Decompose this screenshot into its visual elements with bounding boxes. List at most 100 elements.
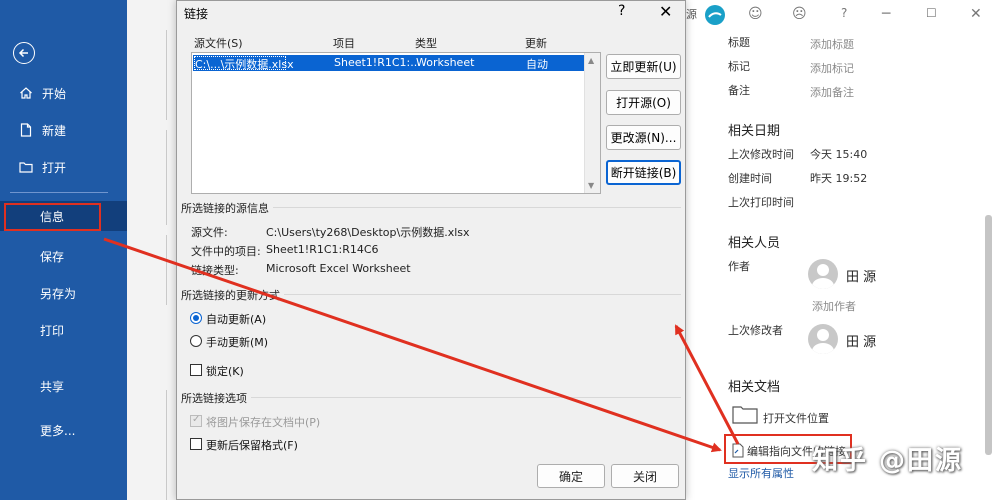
cell-source: C:\...\示例数据.xlsx	[195, 58, 294, 71]
column-header-type[interactable]: 类型	[415, 35, 437, 51]
minimize-icon[interactable]: ─	[882, 6, 890, 22]
date-label: 上次打印时间	[728, 196, 794, 209]
title-fragment: 源	[686, 8, 697, 21]
add-author-link[interactable]: 添加作者	[812, 298, 856, 314]
property-tags-field[interactable]: 添加标记	[810, 60, 854, 76]
annotation-highlight-box	[4, 203, 101, 231]
property-title-field[interactable]: 添加标题	[810, 36, 854, 52]
backstage-sidebar: 开始 新建 打开 信息 保存 另存为 打印 共享 更多...	[0, 0, 127, 500]
sidebar-item-save[interactable]: 保存	[0, 241, 127, 271]
modifier-avatar	[808, 324, 838, 354]
cell-item: Sheet1!R1C1:...	[334, 56, 421, 69]
ok-button[interactable]: 确定	[537, 464, 605, 488]
back-arrow-icon[interactable]	[13, 42, 35, 64]
sidebar-item-home[interactable]: 开始	[0, 78, 127, 108]
keep-format-label[interactable]: 更新后保留格式(F)	[206, 437, 298, 453]
property-label: 标记	[728, 60, 750, 73]
sidebar-item-label: 新建	[42, 123, 67, 138]
property-comments-field[interactable]: 添加备注	[810, 84, 854, 100]
folder-icon	[732, 404, 758, 427]
close-window-icon[interactable]: ✕	[970, 6, 982, 22]
date-value: 今天 15:40	[810, 148, 868, 161]
section-heading-dates: 相关日期	[728, 124, 781, 139]
watermark: 知乎 @田源	[812, 446, 964, 476]
manual-update-label[interactable]: 手动更新(M)	[206, 334, 268, 350]
help-icon[interactable]: ?	[618, 3, 625, 19]
document-properties-pane: 标题 添加标题 标记 添加标记 备注 添加备注 相关日期 上次修改时间 今天 1…	[686, 30, 997, 500]
auto-update-label[interactable]: 自动更新(A)	[206, 311, 266, 327]
sidebar-item-label: 另存为	[40, 286, 77, 301]
scroll-down-icon[interactable]: ▼	[588, 181, 594, 190]
sidebar-item-label: 共享	[40, 379, 65, 394]
sidebar-item-open[interactable]: 打开	[0, 152, 127, 182]
link-options-heading: 所选链接选项	[181, 390, 251, 406]
date-label: 上次修改时间	[728, 148, 794, 161]
source-file-label: 源文件:	[191, 226, 228, 239]
last-modified-by-name[interactable]: 田 源	[846, 331, 876, 350]
manual-update-radio[interactable]	[190, 335, 202, 347]
links-listbox[interactable]: C:\...\示例数据.xlsx Sheet1!R1C1:... Workshe…	[191, 52, 601, 194]
author-name[interactable]: 田 源	[846, 266, 876, 285]
sidebar-item-label: 保存	[40, 249, 65, 264]
dialog-title: 链接	[184, 7, 209, 21]
author-avatar	[808, 259, 838, 289]
save-picture-checkbox[interactable]	[190, 414, 202, 427]
update-now-button[interactable]: 立即更新(U)	[606, 54, 681, 79]
section-heading-related-docs: 相关文档	[728, 380, 781, 395]
sidebar-item-label: 打印	[40, 323, 65, 338]
maximize-icon[interactable]: ☐	[926, 6, 937, 20]
links-list-header: 源文件(S) 项目 类型 更新	[191, 34, 601, 52]
folder-open-icon	[18, 159, 34, 175]
group-divider	[181, 397, 681, 398]
sidebar-item-new[interactable]: 新建	[0, 115, 127, 145]
locked-label[interactable]: 锁定(K)	[206, 363, 244, 379]
help-icon[interactable]: ?	[841, 6, 847, 20]
property-label: 备注	[728, 84, 750, 97]
source-info-heading: 所选链接的源信息	[181, 200, 273, 216]
author-label: 作者	[728, 260, 750, 273]
source-file-value: C:\Users\ty268\Desktop\示例数据.xlsx	[266, 226, 470, 239]
table-row[interactable]: C:\...\示例数据.xlsx Sheet1!R1C1:... Workshe…	[193, 55, 585, 71]
section-heading-people: 相关人员	[728, 236, 781, 251]
auto-update-radio[interactable]	[190, 312, 202, 324]
open-source-button[interactable]: 打开源(O)	[606, 90, 681, 115]
sidebar-item-more[interactable]: 更多...	[0, 415, 127, 445]
cell-update: 自动	[526, 58, 548, 71]
break-link-button[interactable]: 断开链接(B)	[606, 160, 681, 185]
last-modified-by-label: 上次修改者	[728, 324, 783, 337]
links-dialog: 链接 ? ✕ 源文件(S) 项目 类型 更新 C:\...\示例数据.xlsx …	[176, 0, 686, 500]
scroll-up-icon[interactable]: ▲	[588, 56, 594, 65]
update-method-heading: 所选链接的更新方式	[181, 287, 284, 303]
link-type-value: Microsoft Excel Worksheet	[266, 262, 411, 275]
item-label: 文件中的项目:	[191, 245, 261, 258]
smile-feedback-icon[interactable]: ☺	[748, 6, 763, 22]
account-avatar-icon[interactable]	[704, 4, 726, 30]
change-source-button[interactable]: 更改源(N)...	[606, 125, 681, 150]
date-label: 创建时间	[728, 172, 772, 185]
keep-format-checkbox[interactable]	[190, 438, 202, 450]
column-header-source[interactable]: 源文件(S)	[194, 35, 243, 51]
list-scrollbar[interactable]: ▲ ▼	[584, 53, 600, 193]
close-button[interactable]: 关闭	[611, 464, 679, 488]
sidebar-item-print[interactable]: 打印	[0, 315, 127, 345]
property-label: 标题	[728, 36, 750, 49]
sidebar-item-label: 开始	[42, 86, 67, 101]
date-value: 昨天 19:52	[810, 172, 868, 185]
close-icon[interactable]: ✕	[659, 2, 672, 21]
link-type-label: 链接类型:	[191, 264, 239, 277]
frown-feedback-icon[interactable]: ☹	[792, 6, 807, 22]
pane-scrollbar[interactable]	[985, 215, 992, 455]
sidebar-item-save-as[interactable]: 另存为	[0, 278, 127, 308]
open-file-location-link[interactable]: 打开文件位置	[763, 410, 829, 426]
sidebar-item-share[interactable]: 共享	[0, 371, 127, 401]
sidebar-item-label: 打开	[42, 160, 67, 175]
home-icon	[18, 85, 34, 101]
show-all-properties-link[interactable]: 显示所有属性	[728, 465, 794, 481]
item-value: Sheet1!R1C1:R14C6	[266, 243, 379, 256]
column-header-item[interactable]: 项目	[333, 35, 355, 51]
save-picture-label: 将图片保存在文档中(P)	[206, 416, 321, 429]
locked-checkbox[interactable]	[190, 364, 202, 376]
column-header-update[interactable]: 更新	[525, 35, 547, 51]
title-bar: 源 ☺ ☹ ? ─ ☐ ✕	[686, 0, 997, 30]
sidebar-separator	[10, 192, 108, 193]
